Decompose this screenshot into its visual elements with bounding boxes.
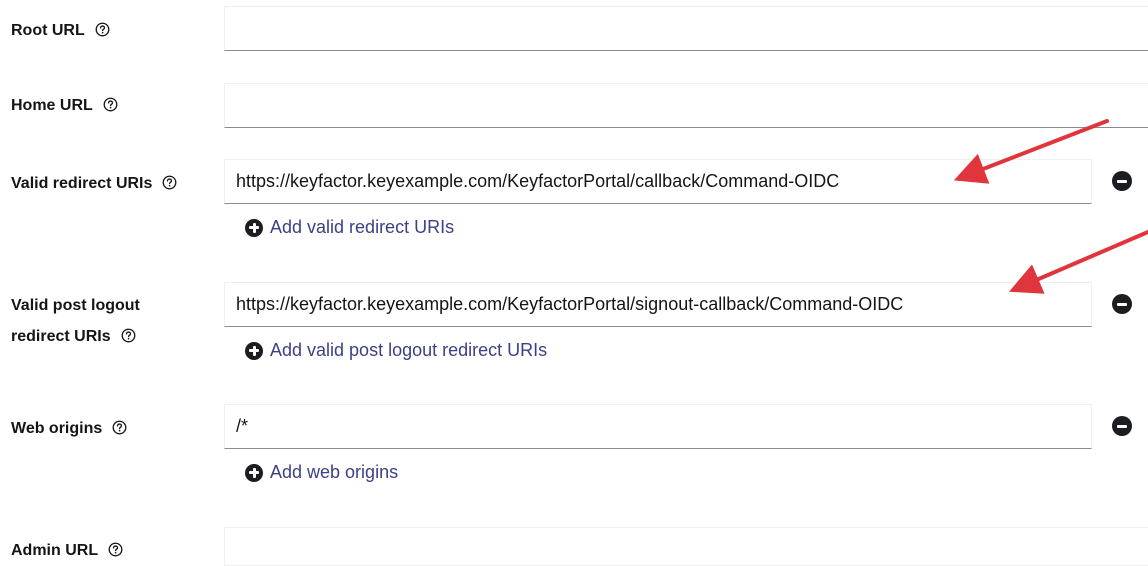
home-url-input[interactable] xyxy=(224,83,1148,128)
annotation-arrow-post-logout xyxy=(1008,230,1148,294)
remove-web-origin-button[interactable] xyxy=(1112,416,1132,436)
root-url-input[interactable] xyxy=(224,6,1148,51)
web-origins-input[interactable]: /* xyxy=(224,404,1092,449)
help-icon[interactable] xyxy=(112,420,127,435)
plus-circle-icon xyxy=(245,218,263,237)
minus-circle-icon xyxy=(1117,179,1127,183)
valid-post-logout-redirect-uris-label: Valid post logout redirect URIs xyxy=(11,297,140,345)
admin-url-label: Admin URL xyxy=(11,535,123,566)
root-url-label: Root URL xyxy=(11,15,110,46)
add-valid-post-logout-redirect-uris-button[interactable]: Add valid post logout redirect URIs xyxy=(245,340,547,361)
remove-post-logout-uri-button[interactable] xyxy=(1112,294,1132,314)
plus-circle-icon xyxy=(245,341,263,360)
add-valid-redirect-uris-button[interactable]: Add valid redirect URIs xyxy=(245,217,454,238)
valid-post-logout-redirect-uri-input[interactable]: https://keyfactor.keyexample.com/Keyfact… xyxy=(224,282,1092,327)
client-urls-form: Root URL Home URL Valid redirect URIs ht… xyxy=(0,0,1148,566)
web-origins-label: Web origins xyxy=(11,413,127,444)
help-icon[interactable] xyxy=(121,328,136,343)
admin-url-input[interactable] xyxy=(224,527,1148,566)
help-icon[interactable] xyxy=(108,542,123,557)
help-icon[interactable] xyxy=(95,22,110,37)
remove-redirect-uri-button[interactable] xyxy=(1112,171,1132,191)
minus-circle-icon xyxy=(1117,302,1127,306)
help-icon[interactable] xyxy=(103,97,118,112)
help-icon[interactable] xyxy=(162,175,177,190)
valid-redirect-uri-input[interactable]: https://keyfactor.keyexample.com/Keyfact… xyxy=(224,159,1092,204)
valid-redirect-uris-label: Valid redirect URIs xyxy=(11,168,177,199)
home-url-label: Home URL xyxy=(11,90,118,121)
add-web-origins-button[interactable]: Add web origins xyxy=(245,462,398,483)
plus-circle-icon xyxy=(245,463,263,482)
minus-circle-icon xyxy=(1117,424,1127,428)
